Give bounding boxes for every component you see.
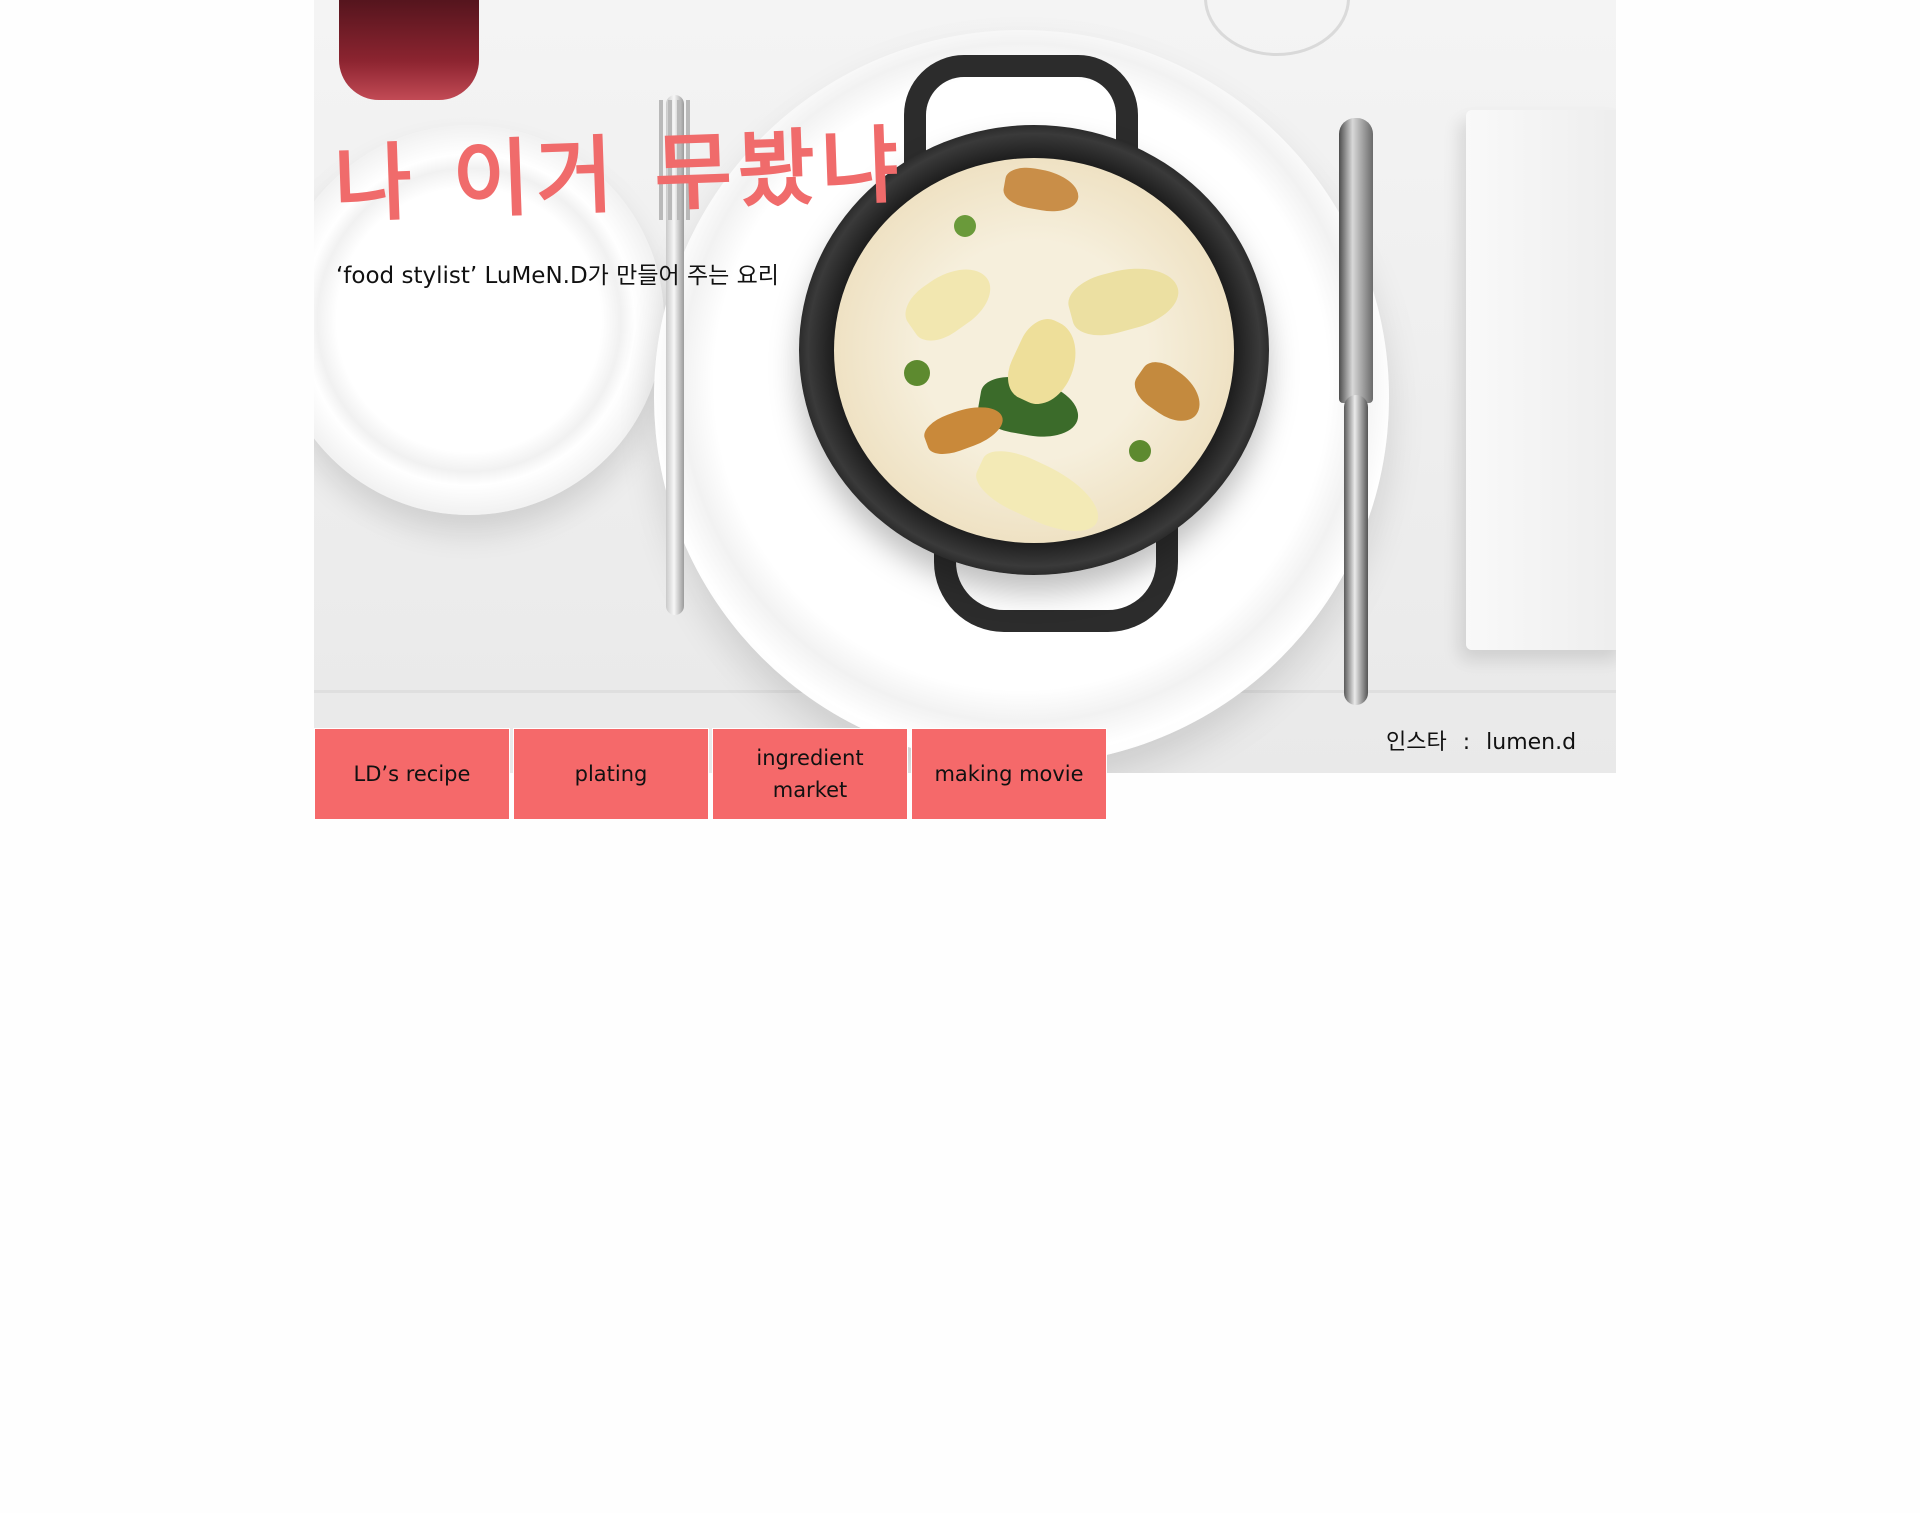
instagram-handle[interactable]: lumen.d <box>1486 730 1576 755</box>
pea <box>1129 440 1151 462</box>
instagram-separator: : <box>1462 730 1471 755</box>
site-subtitle: ‘food stylist’ LuMeN.D가 만들어 주는 요리 <box>336 263 779 289</box>
napkin <box>1466 110 1616 650</box>
pea <box>954 215 976 237</box>
instagram-info[interactable]: 인스타: lumen.d <box>1386 724 1576 756</box>
knife-blade <box>1339 118 1373 403</box>
nav-item-label: LD’s recipe <box>353 762 471 786</box>
site-title: 나 이거 무봤냐 <box>332 116 906 234</box>
knife-handle <box>1344 395 1368 705</box>
wine-glass <box>1204 0 1350 56</box>
nav-item-ingredient-market[interactable]: ingredient market <box>712 728 908 820</box>
nav-item-label: plating <box>574 762 648 786</box>
pea <box>904 360 930 386</box>
nav-item-making-movie[interactable]: making movie <box>911 728 1107 820</box>
main-nav: LD’s recipe plating ingredient market ma… <box>314 728 1107 820</box>
nav-item-plating[interactable]: plating <box>513 728 709 820</box>
nav-item-label: ingredient market <box>756 746 864 802</box>
nav-item-label: making movie <box>934 762 1084 786</box>
pepper-grinder <box>339 0 479 100</box>
instagram-label: 인스타 <box>1386 730 1447 755</box>
nav-item-ld-recipe[interactable]: LD’s recipe <box>314 728 510 820</box>
